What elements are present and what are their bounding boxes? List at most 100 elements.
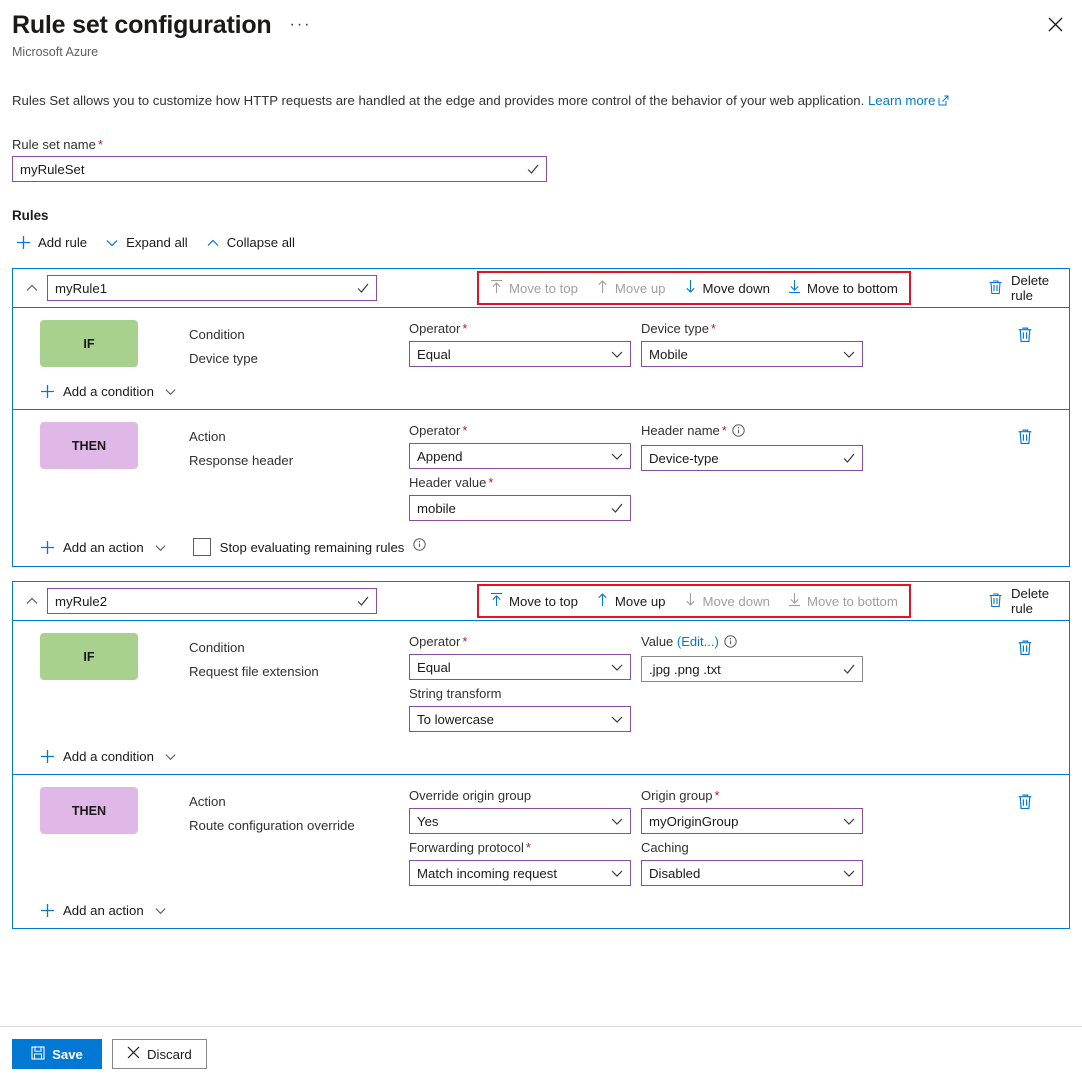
delete-rule-button[interactable]: Delete rule <box>988 273 1069 303</box>
move-up-button[interactable]: Move up <box>587 589 675 613</box>
add-condition-button[interactable]: Add a condition <box>40 384 177 399</box>
operator-dropdown[interactable]: Append <box>409 443 631 469</box>
action-kind-label: Action <box>189 790 409 814</box>
add-action-button[interactable]: Add an action <box>40 540 167 555</box>
discard-button[interactable]: Discard <box>112 1039 207 1069</box>
trash-icon <box>988 279 1003 298</box>
checkmark-icon <box>526 162 540 176</box>
then-badge: THEN <box>40 787 138 834</box>
plus-icon <box>16 235 31 250</box>
string-transform-dropdown[interactable]: To lowercase <box>409 706 631 732</box>
operator-dropdown[interactable]: Equal <box>409 654 631 680</box>
trash-icon <box>1017 793 1033 810</box>
caching-value: Disabled <box>649 866 842 881</box>
override-origin-group-dropdown[interactable]: Yes <box>409 808 631 834</box>
plus-icon <box>40 903 55 918</box>
forwarding-protocol-value: Match incoming request <box>417 866 610 881</box>
condition-kind-label: Condition <box>189 323 409 347</box>
collapse-all-button[interactable]: Collapse all <box>198 231 305 254</box>
forwarding-protocol-dropdown[interactable]: Match incoming request <box>409 860 631 886</box>
delete-action-button[interactable] <box>1017 428 1033 450</box>
rule-condition-section: IF Condition Request file extension Oper… <box>13 620 1069 774</box>
close-button[interactable] <box>1040 9 1070 39</box>
field-group: Operator* Append <box>409 422 641 469</box>
stop-evaluating-label: Stop evaluating remaining rules <box>220 540 405 555</box>
delete-condition-button[interactable] <box>1017 639 1033 661</box>
rule-action-section: THEN Action Response header Operator* Ap… <box>13 409 1069 566</box>
move-up-button[interactable]: Move up <box>587 276 675 300</box>
move-to-top-label: Move to top <box>509 281 578 296</box>
edit-link-label: (Edit...) <box>677 634 719 649</box>
add-condition-row: Add a condition <box>40 749 1069 764</box>
collapse-rule-icon[interactable] <box>25 281 47 295</box>
discard-label: Discard <box>147 1047 192 1062</box>
expand-all-button[interactable]: Expand all <box>97 231 198 254</box>
rule-name-input[interactable]: myRule1 <box>47 275 377 301</box>
if-badge: IF <box>40 633 138 680</box>
trash-icon <box>988 592 1003 611</box>
delete-action-button[interactable] <box>1017 793 1033 815</box>
stop-evaluating-checkbox[interactable] <box>193 538 211 556</box>
collapse-rule-icon[interactable] <box>25 594 47 608</box>
origin-group-dropdown[interactable]: myOriginGroup <box>641 808 863 834</box>
action-kind-value: Route configuration override <box>189 814 409 838</box>
forwarding-protocol-label: Forwarding protocol* <box>409 839 641 856</box>
then-badge: THEN <box>40 422 138 469</box>
move-to-top-label: Move to top <box>509 594 578 609</box>
if-badge: IF <box>40 320 138 367</box>
info-icon[interactable] <box>724 635 737 652</box>
device-type-dropdown[interactable]: Mobile <box>641 341 863 367</box>
action-kind: Action Response header <box>189 422 409 473</box>
page-subtitle: Microsoft Azure <box>12 45 1082 59</box>
caching-dropdown[interactable]: Disabled <box>641 860 863 886</box>
move-to-top-button[interactable]: Move to top <box>481 589 587 613</box>
rules-toolbar: Add rule Expand all Collapse all <box>12 231 1082 254</box>
chevron-down-icon <box>154 904 167 917</box>
move-to-bottom-button[interactable]: Move to bottom <box>779 276 907 300</box>
rule-name-input[interactable]: myRule2 <box>47 588 377 614</box>
move-down-icon <box>684 592 697 610</box>
delete-condition-button[interactable] <box>1017 326 1033 348</box>
required-marker: * <box>462 634 467 649</box>
add-rule-button[interactable]: Add rule <box>12 231 97 254</box>
delete-rule-button[interactable]: Delete rule <box>988 586 1069 616</box>
plus-icon <box>40 749 55 764</box>
rule-header: myRule1 Move to top Move up Move down <box>13 269 1069 307</box>
required-marker: * <box>98 137 103 152</box>
page-title: Rule set configuration <box>12 8 272 42</box>
caching-label: Caching <box>641 839 873 856</box>
move-to-top-button[interactable]: Move to top <box>481 276 587 300</box>
plus-icon <box>40 540 55 555</box>
value-input[interactable]: .jpg .png .txt <box>641 656 863 682</box>
rule-set-name-input[interactable]: myRuleSet <box>12 156 547 182</box>
move-to-bottom-button[interactable]: Move to bottom <box>779 589 907 613</box>
header-value-input[interactable]: mobile <box>409 495 631 521</box>
move-down-button[interactable]: Move down <box>675 589 779 613</box>
trash-icon <box>1017 326 1033 343</box>
add-action-row: Add an action <box>40 903 1069 918</box>
chevron-down-icon <box>610 660 624 674</box>
chevron-down-icon <box>610 449 624 463</box>
info-icon[interactable] <box>413 538 426 556</box>
add-condition-button[interactable]: Add a condition <box>40 749 177 764</box>
add-rule-label: Add rule <box>38 235 87 250</box>
learn-more-link[interactable]: Learn more <box>868 93 935 108</box>
operator-dropdown[interactable]: Equal <box>409 341 631 367</box>
rules-heading: Rules <box>12 208 1082 223</box>
operator-value: Equal <box>417 660 610 675</box>
edit-value-link[interactable]: (Edit...) <box>677 634 719 649</box>
header-name-input[interactable]: Device-type <box>641 445 863 471</box>
add-condition-label: Add a condition <box>63 749 154 764</box>
more-options-button[interactable]: ··· <box>290 18 312 32</box>
footer-action-bar: Save Discard <box>0 1026 1082 1081</box>
condition-kind: Condition Request file extension <box>189 633 409 684</box>
expand-all-label: Expand all <box>126 235 188 250</box>
field-group: Header value* mobile <box>409 474 641 521</box>
move-down-button[interactable]: Move down <box>675 276 779 300</box>
add-action-button[interactable]: Add an action <box>40 903 167 918</box>
info-icon[interactable] <box>732 424 745 441</box>
save-button[interactable]: Save <box>12 1039 102 1069</box>
value-label: Value (Edit...) <box>641 633 873 652</box>
rule-card: myRule1 Move to top Move up Move down <box>12 268 1070 567</box>
field-group: Device type* Mobile <box>641 320 873 367</box>
